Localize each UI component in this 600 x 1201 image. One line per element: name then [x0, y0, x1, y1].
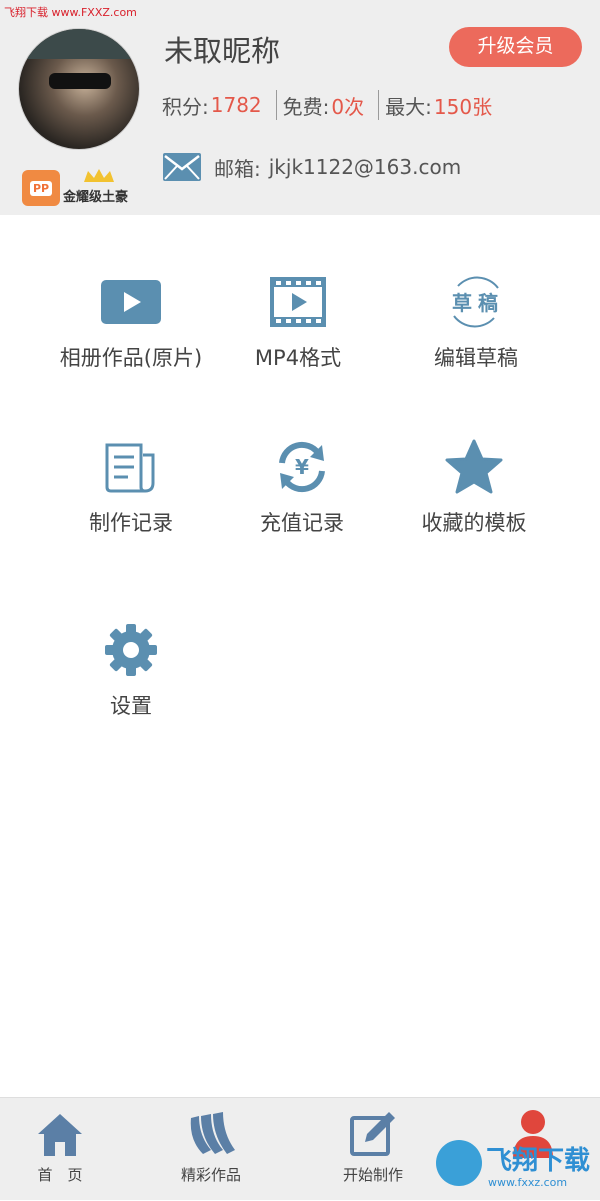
- email-row: 邮箱: jkjk1122@163.com: [162, 152, 461, 182]
- stat-value: 150张: [433, 94, 493, 119]
- menu-mp4-format[interactable]: MP4格式: [198, 272, 398, 372]
- draft-icon-char: 草: [452, 291, 472, 315]
- edit-icon: [350, 1112, 395, 1156]
- stat-value: 1782: [210, 93, 262, 117]
- stat-label: 免费:: [282, 94, 330, 119]
- email-label: 邮箱:: [214, 156, 261, 181]
- stat-value: 0次: [331, 94, 365, 119]
- email-value: jkjk1122@163.com: [268, 155, 462, 179]
- envelope-icon: [163, 153, 201, 181]
- menu-label: 编辑草稿: [434, 346, 518, 370]
- yuan-refresh-icon: ¥: [279, 441, 325, 493]
- watermark-url: www.fxxz.com: [488, 1176, 568, 1189]
- tab-label: 开始制作: [342, 1166, 403, 1184]
- stats-row: 积分: 1782 免费: 0次 最大: 150张: [162, 90, 506, 120]
- watermark-top-text: 飞翔下载 www.FXXZ.com: [4, 6, 137, 19]
- profile-header: 未取昵称 升级会员 积分: 1782 免费: 0次 最大: 150张 邮箱: j…: [0, 0, 600, 215]
- menu-settings[interactable]: 设置: [31, 620, 231, 720]
- watermark-logo: 飞翔下载 www.fxxz.com: [436, 1138, 596, 1194]
- upgrade-membership-button[interactable]: 升级会员: [449, 27, 582, 67]
- menu-production-record[interactable]: 制作记录: [31, 437, 231, 537]
- watermark-brand: 飞翔下载: [486, 1146, 591, 1176]
- stat-label: 积分:: [162, 94, 209, 119]
- menu-label: 设置: [110, 694, 152, 718]
- tab-home[interactable]: 首 页: [0, 1098, 135, 1201]
- crown-icon: [84, 169, 114, 182]
- draft-icon: 草 稿: [452, 276, 499, 328]
- menu-favorite-templates[interactable]: 收藏的模板: [374, 437, 574, 537]
- pp-badge-icon: PP: [22, 170, 60, 206]
- tab-start-creating[interactable]: 开始制作: [298, 1098, 448, 1201]
- tab-label: 精彩作品: [180, 1166, 241, 1184]
- document-icon: [105, 443, 155, 493]
- stat-label: 最大:: [385, 94, 432, 119]
- stat-points: 积分: 1782: [162, 90, 276, 120]
- menu-label: 制作记录: [89, 511, 173, 535]
- tab-featured-works[interactable]: 精彩作品: [136, 1098, 286, 1201]
- tab-label: 首 页: [37, 1166, 83, 1184]
- home-icon: [38, 1114, 82, 1156]
- menu-edit-draft[interactable]: 草 稿 编辑草稿: [376, 272, 576, 372]
- film-icon: [270, 277, 326, 327]
- menu-label: 充值记录: [260, 511, 344, 535]
- draft-icon-char: 稿: [478, 291, 498, 315]
- pp-badge-text: PP: [29, 180, 53, 196]
- menu-recharge-record[interactable]: ¥ 充值记录: [202, 437, 402, 537]
- yuan-icon-char: ¥: [295, 455, 309, 479]
- badge-title: 金耀级土豪: [63, 190, 129, 205]
- play-icon: [101, 280, 161, 324]
- gear-icon: [105, 624, 157, 676]
- menu-label: 收藏的模板: [421, 511, 527, 535]
- stat-free: 免费: 0次: [275, 90, 378, 120]
- avatar[interactable]: [18, 28, 140, 150]
- watermark-logo-icon: [436, 1140, 482, 1186]
- nickname[interactable]: 未取昵称: [164, 28, 280, 70]
- star-icon: [445, 439, 503, 494]
- stat-max: 最大: 150张: [378, 90, 506, 120]
- menu-label: MP4格式: [254, 346, 342, 370]
- cards-icon: [190, 1112, 235, 1154]
